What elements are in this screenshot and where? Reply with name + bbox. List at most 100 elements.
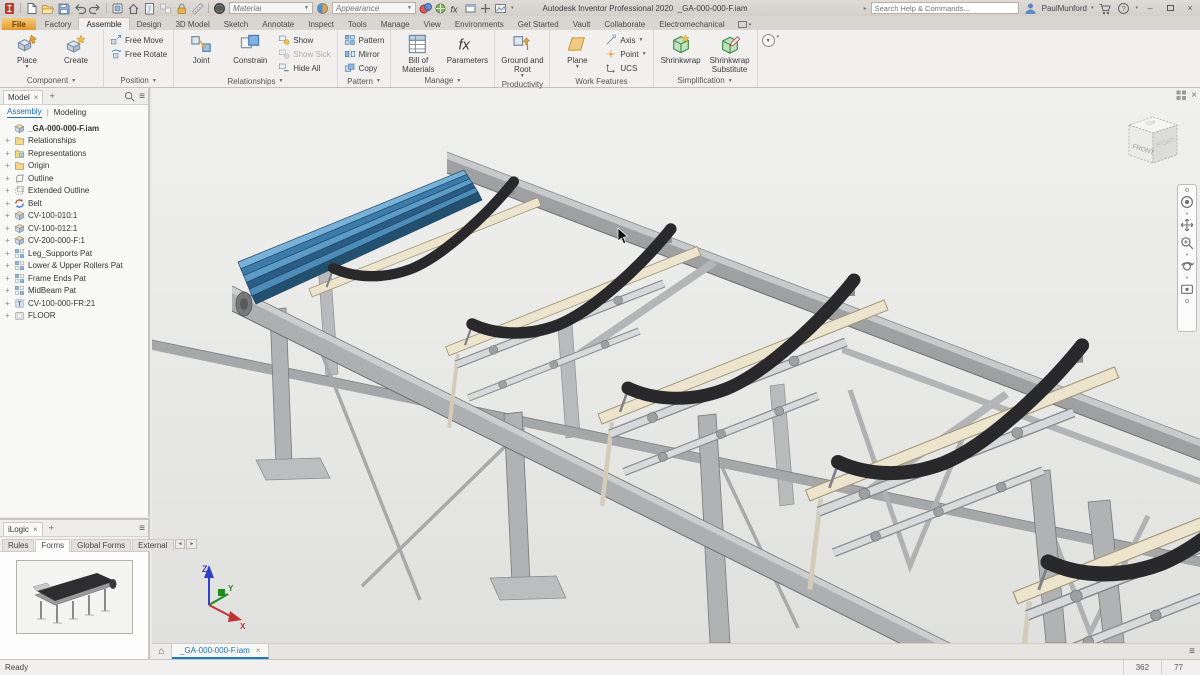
ribbon-tab-inspect[interactable]: Inspect	[301, 18, 341, 30]
scroll-left-icon[interactable]: ◄	[174, 539, 186, 549]
new-doc-button[interactable]	[24, 1, 39, 15]
ilogic-subtab-external[interactable]: External	[132, 539, 174, 551]
pan-icon[interactable]	[1180, 217, 1194, 233]
user-name[interactable]: PaulMunford	[1042, 4, 1087, 13]
place-button[interactable]: Place ▼	[4, 32, 50, 71]
tree-item-lower-upper-rollers-pat[interactable]: + Lower & Upper Rollers Pat	[0, 260, 148, 273]
constrain-button[interactable]: Constrain	[227, 32, 273, 65]
browser-tab-model[interactable]: Model ×	[3, 90, 44, 104]
ribbon-tab-annotate[interactable]: Annotate	[255, 18, 301, 30]
expand-icon[interactable]: +	[4, 211, 11, 220]
look-at-icon[interactable]	[1180, 281, 1194, 297]
plane-button[interactable]: Plane ▼	[554, 32, 600, 71]
expand-icon[interactable]: +	[4, 249, 11, 258]
app-logo-button[interactable]	[2, 1, 17, 15]
ilogic-tab[interactable]: iLogic ×	[3, 522, 43, 536]
tree-item-midbeam-pat[interactable]: + MidBeam Pat	[0, 285, 148, 298]
expand-icon[interactable]: +	[4, 199, 11, 208]
panel-label-manage[interactable]: Manage ▼	[391, 74, 494, 87]
ribbon-tab-factory[interactable]: Factory	[38, 18, 79, 30]
expand-icon[interactable]: +	[4, 149, 11, 158]
tree-item-cv-200-000-f-1[interactable]: + CV-200-000-F:1	[0, 235, 148, 248]
expand-icon[interactable]: +	[4, 261, 11, 270]
save-button[interactable]	[56, 1, 71, 15]
parameters-button[interactable]: fx Parameters	[444, 32, 490, 66]
tree-item-extended-outline[interactable]: + Extended Outline	[0, 185, 148, 198]
tree-item-origin[interactable]: + Origin	[0, 160, 148, 173]
tree-item-floor[interactable]: + FLOOR	[0, 310, 148, 323]
panel-label-pattern[interactable]: Pattern ▼	[338, 75, 391, 87]
ribbon-display-toggle[interactable]: ▾	[737, 21, 751, 30]
ribbon-tab-tools[interactable]: Tools	[341, 18, 374, 30]
shrinkwrap-button[interactable]: Shrinkwrap	[658, 32, 704, 65]
chevron-down-icon[interactable]: ▼	[1185, 212, 1189, 216]
free-move-button[interactable]: Free Move	[108, 33, 169, 47]
scroll-right-icon[interactable]: ►	[186, 539, 198, 549]
redo-button[interactable]	[88, 1, 103, 15]
minimize-button[interactable]: –	[1142, 2, 1158, 15]
update-button[interactable]	[174, 1, 189, 15]
home-tab-button[interactable]: ⌂	[152, 644, 172, 659]
drawing-button[interactable]	[142, 1, 157, 15]
search-icon[interactable]	[124, 91, 135, 102]
tree-item-belt[interactable]: + Belt	[0, 197, 148, 210]
form-thumbnail-button[interactable]	[16, 560, 133, 634]
chevron-down-icon[interactable]: ▼	[1185, 253, 1189, 257]
close-icon[interactable]: ×	[256, 646, 261, 655]
search-expand-arrow[interactable]: ▸	[864, 5, 867, 12]
ribbon-tab-assemble[interactable]: Assemble	[78, 17, 130, 30]
document-tab[interactable]: _GA-000-000-F.iam ×	[172, 644, 270, 659]
ground-and-root-button[interactable]: Ground and Root ▼	[499, 32, 545, 80]
subtab-assembly[interactable]: Assembly	[7, 107, 42, 118]
expand-icon[interactable]: +	[4, 236, 11, 245]
panel-label-work-features[interactable]: Work Features	[550, 75, 652, 87]
search-box[interactable]	[870, 2, 1019, 14]
undo-button[interactable]	[72, 1, 87, 15]
navigation-wheel-icon[interactable]	[1180, 194, 1194, 210]
panel-label-simplification[interactable]: Simplification ▼	[654, 74, 757, 87]
panel-label-position[interactable]: Position ▼	[104, 74, 173, 87]
navbar-grip[interactable]	[1185, 188, 1189, 192]
model-canvas[interactable]: Z Y X × TOP FRONT RIGHT ▼ ▼ ▼	[152, 88, 1200, 643]
axis-button[interactable]: Axis ▼	[603, 33, 648, 47]
subtab-modeling[interactable]: Modeling	[54, 108, 86, 117]
iproperties-button[interactable]	[110, 1, 125, 15]
shrinkwrap-substitute-button[interactable]: Shrinkwrap Substitute	[707, 32, 753, 74]
zoom-icon[interactable]	[1180, 235, 1194, 251]
material-combo[interactable]: Material ▼	[229, 2, 313, 14]
free-rotate-button[interactable]: Free Rotate	[108, 47, 169, 61]
bill-of-materials-button[interactable]: Bill of Materials	[395, 32, 441, 74]
hide-all-button[interactable]: Hide All	[276, 61, 332, 75]
orbit-icon[interactable]	[1180, 258, 1194, 274]
add-browser-tab-button[interactable]: +	[46, 91, 57, 101]
ucs-button[interactable]: UCS	[603, 61, 648, 75]
expand-icon[interactable]: +	[4, 299, 11, 308]
point-button[interactable]: Point ▼	[603, 47, 648, 61]
expand-icon[interactable]: +	[4, 311, 11, 320]
expand-icon[interactable]: +	[4, 174, 11, 183]
tree-item-ga-000-000-f-iam[interactable]: _GA-000-000-F.iam	[0, 122, 148, 135]
tree-item-representations[interactable]: + Representations	[0, 147, 148, 160]
cart-icon[interactable]	[1097, 1, 1112, 15]
panel-label-productivity[interactable]: Productivity	[495, 80, 549, 89]
panel-label-relationships[interactable]: Relationships ▼	[174, 75, 336, 87]
browser-menu-icon[interactable]: ≡	[139, 91, 145, 102]
restore-button[interactable]	[1162, 2, 1178, 15]
expand-icon[interactable]: +	[4, 286, 11, 295]
ilogic-subtab-rules[interactable]: Rules	[2, 539, 35, 551]
ribbon-tab-3d-model[interactable]: 3D Model	[168, 18, 216, 30]
document-tabs-menu-icon[interactable]: ≡	[1189, 646, 1195, 657]
expand-icon[interactable]: +	[4, 274, 11, 283]
tree-item-leg-supports-pat[interactable]: + Leg_Supports Pat	[0, 247, 148, 260]
ilogic-menu-icon[interactable]: ≡	[139, 523, 145, 534]
mirror-button[interactable]: Mirror	[342, 47, 387, 61]
tree-item-frame-ends-pat[interactable]: + Frame Ends Pat	[0, 272, 148, 285]
help-menu-arrow[interactable]: ▾	[1135, 5, 1138, 11]
open-button[interactable]	[40, 1, 55, 15]
derive-button[interactable]	[158, 1, 173, 15]
ribbon-tab-collaborate[interactable]: Collaborate	[597, 18, 652, 30]
tree-item-cv-100-012-1[interactable]: + CV-100-012:1	[0, 222, 148, 235]
ribbon-overflow-button[interactable]: ▼	[761, 34, 775, 47]
navbar-grip[interactable]	[1185, 299, 1189, 303]
expand-icon[interactable]: +	[4, 186, 11, 195]
